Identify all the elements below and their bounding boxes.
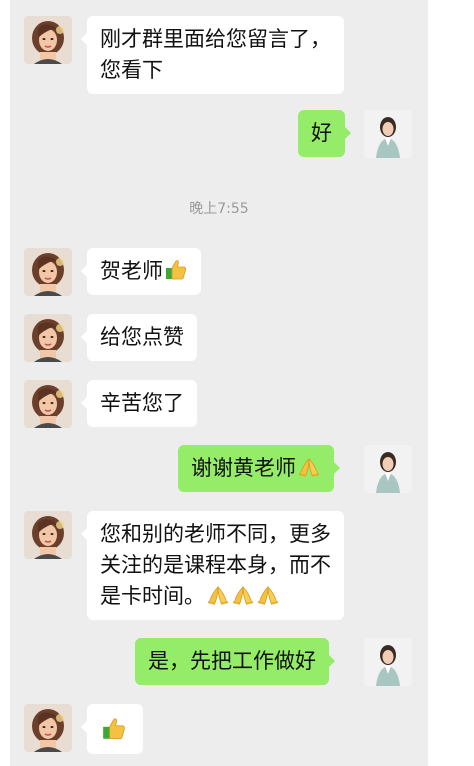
contact-avatar[interactable]: [24, 16, 72, 64]
contact-avatar[interactable]: [24, 248, 72, 296]
contact-avatar[interactable]: [24, 380, 72, 428]
girl-avatar-icon: [24, 704, 72, 752]
pray-icon: [256, 583, 280, 607]
message-text: 好: [311, 121, 332, 145]
woman-avatar-icon: [364, 445, 412, 493]
woman-avatar-icon: [364, 638, 412, 686]
contact-avatar[interactable]: [24, 511, 72, 559]
girl-avatar-icon: [24, 16, 72, 64]
woman-avatar-icon: [364, 110, 412, 158]
message-text: 您和别的老师不同，更多: [100, 522, 331, 546]
girl-avatar-icon: [24, 380, 72, 428]
message-text: 谢谢黄老师: [191, 456, 296, 480]
message-text: 您看下: [100, 58, 163, 82]
incoming-message-bubble[interactable]: 贺老师: [81, 248, 201, 295]
pray-icon: [231, 583, 255, 607]
message-text: 给您点赞: [100, 325, 184, 349]
message-text: 是，先把工作做好: [148, 649, 316, 673]
girl-avatar-icon: [24, 248, 72, 296]
pray-icon: [297, 455, 321, 479]
incoming-message-bubble[interactable]: 给您点赞: [81, 314, 197, 361]
message-text: 是卡时间。: [100, 584, 205, 608]
message-text: 关注的是课程本身，而不: [100, 553, 331, 577]
thumbs-up-icon: [164, 258, 188, 282]
outgoing-message-bubble[interactable]: 谢谢黄老师: [178, 445, 340, 492]
self-avatar[interactable]: [364, 638, 412, 686]
incoming-message-bubble[interactable]: 辛苦您了: [81, 380, 197, 427]
contact-avatar[interactable]: [24, 704, 72, 752]
girl-avatar-icon: [24, 314, 72, 362]
chat-panel: 刚才群里面给您留言了， 您看下 好 晚上7:55 贺老师 给您点赞 辛苦您了 谢…: [10, 0, 428, 766]
outgoing-message-bubble[interactable]: 是，先把工作做好: [135, 638, 335, 685]
timestamp: 晚上7:55: [189, 201, 249, 217]
girl-avatar-icon: [24, 511, 72, 559]
self-avatar[interactable]: [364, 110, 412, 158]
pray-icon: [206, 583, 230, 607]
contact-avatar[interactable]: [24, 314, 72, 362]
self-avatar[interactable]: [364, 445, 412, 493]
outgoing-message-bubble[interactable]: 好: [298, 110, 351, 157]
incoming-message-bubble[interactable]: 您和别的老师不同，更多 关注的是课程本身，而不 是卡时间。: [81, 511, 344, 620]
incoming-message-bubble[interactable]: [81, 704, 143, 754]
thumbs-up-icon: [101, 716, 127, 742]
incoming-message-bubble[interactable]: 刚才群里面给您留言了， 您看下: [81, 16, 344, 94]
message-text: 辛苦您了: [100, 391, 184, 415]
message-text: 贺老师: [100, 259, 163, 283]
message-text: 刚才群里面给您留言了，: [100, 27, 331, 51]
